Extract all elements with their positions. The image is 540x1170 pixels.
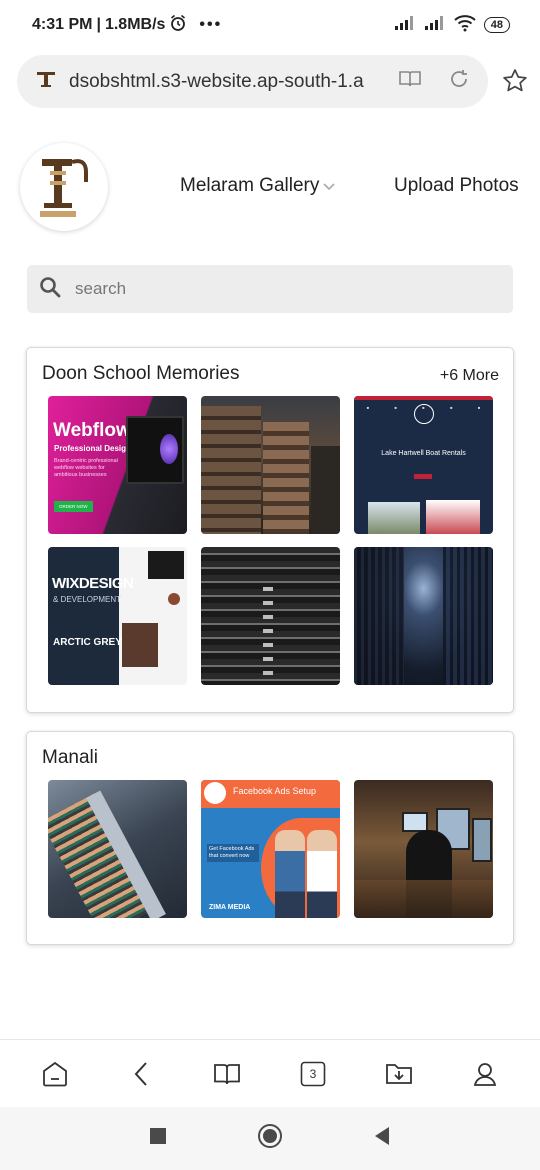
- monitor-1: [402, 812, 428, 832]
- megaphone-icon: [204, 782, 226, 804]
- photo-thumbnail[interactable]: [48, 780, 187, 918]
- status-separator: |: [96, 16, 101, 33]
- alarm-icon: [169, 14, 187, 37]
- bookmark-star-icon[interactable]: [502, 68, 528, 99]
- site-favicon-icon: [35, 69, 57, 94]
- product-photo: [122, 623, 158, 667]
- monitor-graphic: [126, 416, 184, 484]
- chevron-down-icon: [323, 175, 335, 197]
- boat-cta: [414, 474, 432, 479]
- signal-icon-2: [424, 15, 446, 36]
- photo-thumbnail[interactable]: Webflow Professional Design Brand-centri…: [48, 396, 187, 534]
- status-time: 4:31 PM: [32, 16, 93, 33]
- webflow-order-button: ORDER NOW: [54, 501, 93, 512]
- browser-toolbar: 3: [0, 1039, 540, 1107]
- anchor-icon: [414, 404, 434, 424]
- monitor-3: [472, 818, 492, 862]
- wifi-icon: [454, 14, 476, 37]
- system-navigation-bar: [0, 1107, 540, 1170]
- reader-mode-icon[interactable]: [398, 69, 422, 94]
- fb-text: Get Facebook Ads that convert now: [207, 844, 259, 862]
- boat-photo-1: [368, 502, 420, 534]
- product-card: [148, 551, 184, 579]
- downloads-icon[interactable]: [377, 1052, 421, 1096]
- wix-brand: ARCTIC GREY: [53, 637, 122, 648]
- home-icon[interactable]: [33, 1052, 77, 1096]
- desk: [354, 880, 493, 918]
- profile-icon[interactable]: [463, 1052, 507, 1096]
- tabs-button[interactable]: 3: [291, 1052, 335, 1096]
- tab-count: 3: [309, 1066, 317, 1081]
- gallery-label: Melaram Gallery: [180, 175, 320, 196]
- nav-dot: ■: [366, 404, 370, 410]
- more-photos-link[interactable]: +6 More: [440, 367, 499, 385]
- nav-dot: ■: [394, 404, 397, 410]
- fb-brand: ZIMA MEDIA: [209, 904, 251, 911]
- boat-title: Lake Hartwell Boat Rentals: [381, 450, 466, 457]
- more-dots-icon: •••: [199, 16, 223, 33]
- status-speed: 1.8MB/s: [104, 16, 166, 33]
- signal-icon: [394, 15, 416, 36]
- photo-thumbnail[interactable]: [354, 780, 493, 918]
- boat-photo-2: [426, 500, 480, 534]
- back-triangle-icon[interactable]: [373, 1126, 391, 1151]
- fb-title: Facebook Ads Setup: [233, 786, 317, 796]
- rack-handles: [263, 587, 273, 675]
- address-bar[interactable]: dsobshtml.s3-website.ap-south-1.a: [17, 55, 488, 108]
- recents-icon[interactable]: [149, 1127, 167, 1150]
- webflow-text: Brand-centric professional webflow websi…: [54, 458, 118, 478]
- building-far: [311, 446, 340, 534]
- bookmarks-icon[interactable]: [205, 1052, 249, 1096]
- building-right: [263, 422, 309, 534]
- wix-title: WIXDESIGN: [52, 575, 134, 592]
- search-input[interactable]: [75, 279, 455, 299]
- reload-icon[interactable]: [448, 68, 470, 95]
- status-bar: 4:31 PM | 1.8MB/s ••• 48: [0, 0, 540, 50]
- album-title: Doon School Memories: [42, 363, 240, 384]
- rack-right: [443, 547, 493, 685]
- nav-dot: ■: [477, 404, 481, 410]
- monitor-glow: [160, 434, 178, 464]
- person-1: [275, 830, 305, 918]
- building-left: [201, 406, 261, 534]
- rack-left: [354, 547, 404, 685]
- site-topbar: [354, 396, 493, 400]
- photo-thumbnail[interactable]: WIXDESIGN & DEVELOPMENT ARCTIC GREY: [48, 547, 187, 685]
- webflow-subtitle: Professional Design: [54, 444, 131, 453]
- album-card[interactable]: Doon School Memories +6 More Webflow Pro…: [26, 347, 514, 713]
- upload-photos-link[interactable]: Upload Photos: [394, 175, 519, 197]
- photo-thumbnail[interactable]: [201, 547, 340, 685]
- wix-subtitle: & DEVELOPMENT: [53, 595, 122, 604]
- photo-thumbnail[interactable]: [201, 396, 340, 534]
- battery-icon: 48: [483, 17, 510, 33]
- photo-thumbnail[interactable]: [354, 547, 493, 685]
- photo-thumbnail[interactable]: Facebook Ads Setup Get Facebook Ads that…: [201, 780, 340, 918]
- site-logo[interactable]: [20, 143, 108, 231]
- album-title: Manali: [42, 747, 98, 768]
- gallery-dropdown[interactable]: Melaram Gallery: [180, 175, 335, 197]
- album-card[interactable]: Manali Facebook Ads Setup Get Facebook A…: [26, 731, 514, 945]
- url-text[interactable]: dsobshtml.s3-website.ap-south-1.a: [69, 71, 369, 93]
- search-box[interactable]: [27, 265, 513, 313]
- product-dot: [168, 593, 180, 605]
- search-icon: [39, 276, 61, 303]
- back-icon[interactable]: [119, 1052, 163, 1096]
- nav-dot: ■: [450, 404, 453, 410]
- photo-thumbnail[interactable]: ■ ■ ■ ■ ■ Lake Hartwell Boat Rentals: [354, 396, 493, 534]
- home-circle-icon[interactable]: [257, 1123, 283, 1154]
- webflow-title: Webflow: [53, 420, 131, 441]
- person-2: [307, 830, 337, 918]
